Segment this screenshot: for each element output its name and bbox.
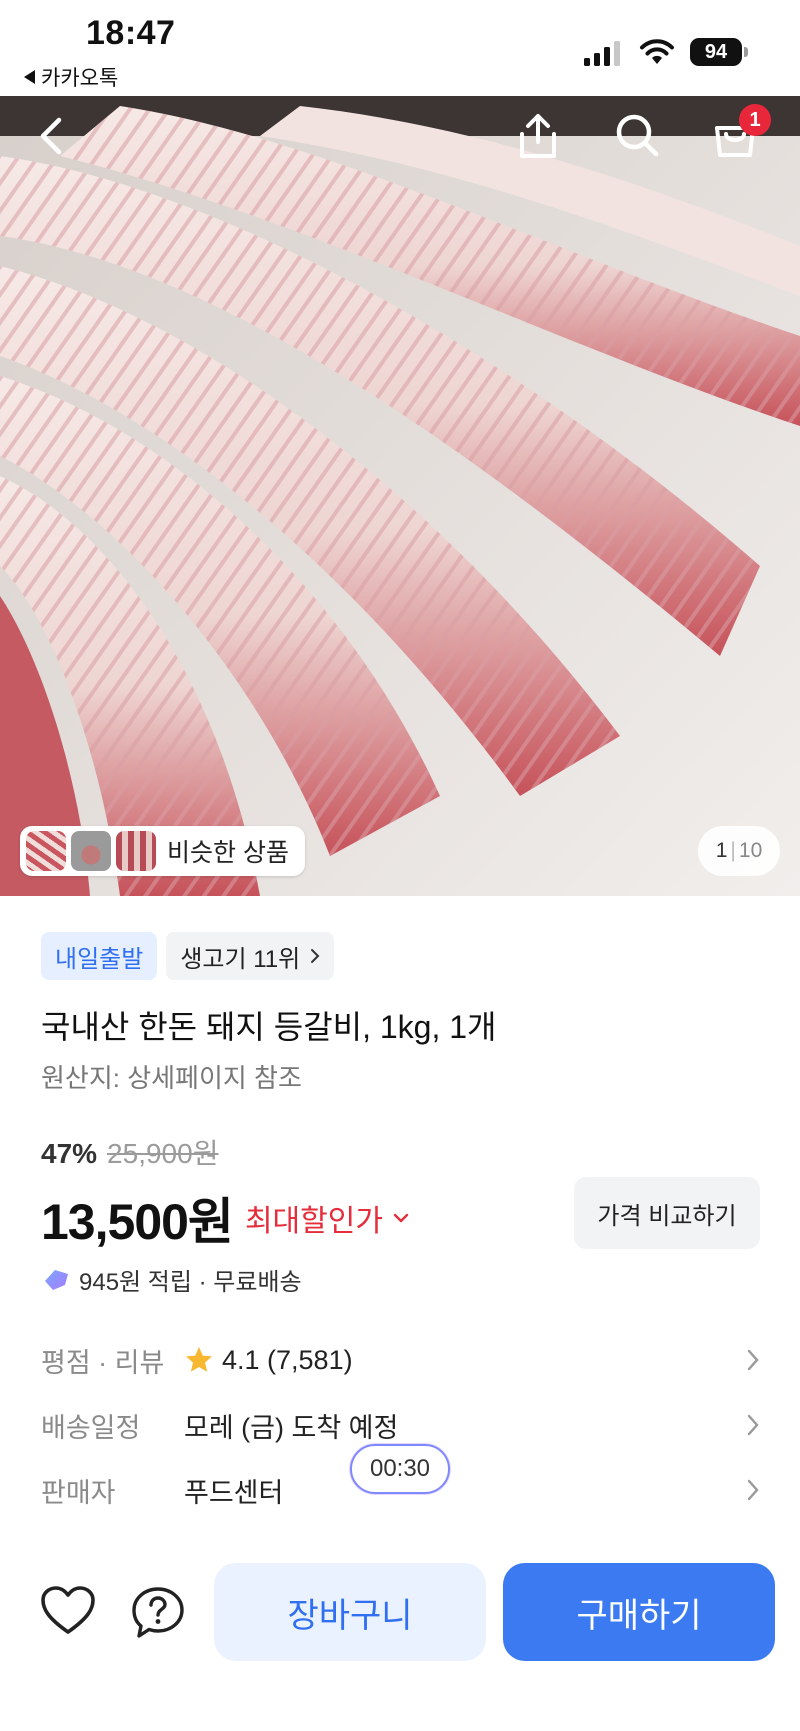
search-icon <box>616 114 659 157</box>
points-icon <box>45 1269 68 1290</box>
cellular-signal-icon <box>584 40 620 66</box>
price-row: 13,500원 최대할인가 <box>41 1182 409 1254</box>
page-total: 10 <box>738 839 763 862</box>
product-tags: 내일출발 생고기 11위 <box>41 932 335 980</box>
category-rank-link[interactable]: 생고기 11위 <box>166 932 335 980</box>
back-app-label: 카카오톡 <box>41 67 119 90</box>
chevron-right-icon <box>311 949 320 963</box>
star-icon <box>186 1347 212 1372</box>
help-button[interactable] <box>130 1585 186 1646</box>
similar-thumbnail <box>26 831 66 871</box>
category-rank-label: 생고기 11위 <box>180 945 301 973</box>
rating-review-value: 4.1 (7,581) <box>222 1344 353 1375</box>
status-bar: 18:47 카카오톡 94 <box>0 0 800 96</box>
similar-products-button[interactable]: 비슷한 상품 <box>20 826 305 876</box>
rating-review-key: 평점 · 리뷰 <box>41 1347 165 1378</box>
similar-products-label: 비슷한 상품 <box>167 839 289 867</box>
share-icon <box>520 114 556 158</box>
battery-nub <box>744 47 748 57</box>
cart-count-badge: 1 <box>739 104 771 136</box>
original-price: 25,900원 <box>107 1138 219 1169</box>
product-origin: 원산지: 상세페이지 참조 <box>41 1063 302 1093</box>
points-text: 945원 적립 · 무료배송 <box>79 1269 302 1296</box>
wifi-icon <box>640 39 674 64</box>
countdown-timer: 00:30 <box>350 1444 450 1494</box>
max-discount-toggle[interactable]: 최대할인가 <box>245 1196 409 1240</box>
chevron-right-icon <box>747 1479 759 1501</box>
rating-review-row[interactable]: 평점 · 리뷰 4.1 (7,581) <box>41 1335 760 1385</box>
page-current: 1 <box>715 839 728 862</box>
max-discount-label: 최대할인가 <box>244 1205 383 1238</box>
add-to-cart-button[interactable]: 장바구니 <box>214 1563 486 1661</box>
chevron-left-icon <box>40 117 62 155</box>
product-photo-pork-ribs <box>0 96 800 896</box>
buy-now-button[interactable]: 구매하기 <box>503 1563 775 1661</box>
back-to-app-link[interactable]: 카카오톡 <box>24 62 118 92</box>
question-icon <box>132 1587 184 1638</box>
battery-level: 94 <box>690 38 742 66</box>
heart-icon <box>41 1586 95 1634</box>
shipping-key: 배송일정 <box>41 1412 141 1443</box>
status-time: 18:47 <box>86 14 176 52</box>
discount-row: 47% 25,900원 <box>41 1132 218 1172</box>
wishlist-button[interactable] <box>40 1585 96 1642</box>
image-page-indicator: 1 | 10 <box>698 826 780 876</box>
shipping-schedule-row[interactable]: 배송일정 모레 (금) 도착 예정 <box>41 1400 760 1450</box>
page-separator: | <box>730 839 736 862</box>
product-image[interactable] <box>0 96 800 896</box>
battery-indicator: 94 <box>690 38 748 66</box>
shipping-value: 모레 (금) 도착 예정 <box>184 1412 399 1443</box>
chevron-right-icon <box>747 1414 759 1436</box>
points-shipping-row: 945원 적립 · 무료배송 <box>41 1262 302 1297</box>
similar-thumbnail <box>71 831 111 871</box>
search-button[interactable] <box>612 110 662 160</box>
share-button[interactable] <box>514 110 562 162</box>
back-button[interactable] <box>30 114 74 158</box>
seller-value: 푸드센터 <box>184 1477 284 1508</box>
similar-thumbnail <box>116 831 156 871</box>
chevron-right-icon <box>747 1349 759 1371</box>
price-compare-button[interactable]: 가격 비교하기 <box>574 1177 760 1249</box>
back-triangle-icon <box>24 70 35 84</box>
sale-price: 13,500원 <box>41 1194 234 1250</box>
rating-review-value-wrap: 4.1 (7,581) <box>184 1345 353 1376</box>
product-title: 국내산 한돈 돼지 등갈비, 1kg, 1개 <box>41 1009 497 1045</box>
chevron-down-icon <box>393 1213 409 1223</box>
delivery-badge: 내일출발 <box>41 932 158 980</box>
discount-percent: 47% <box>41 1138 98 1169</box>
seller-key: 판매자 <box>41 1477 116 1508</box>
